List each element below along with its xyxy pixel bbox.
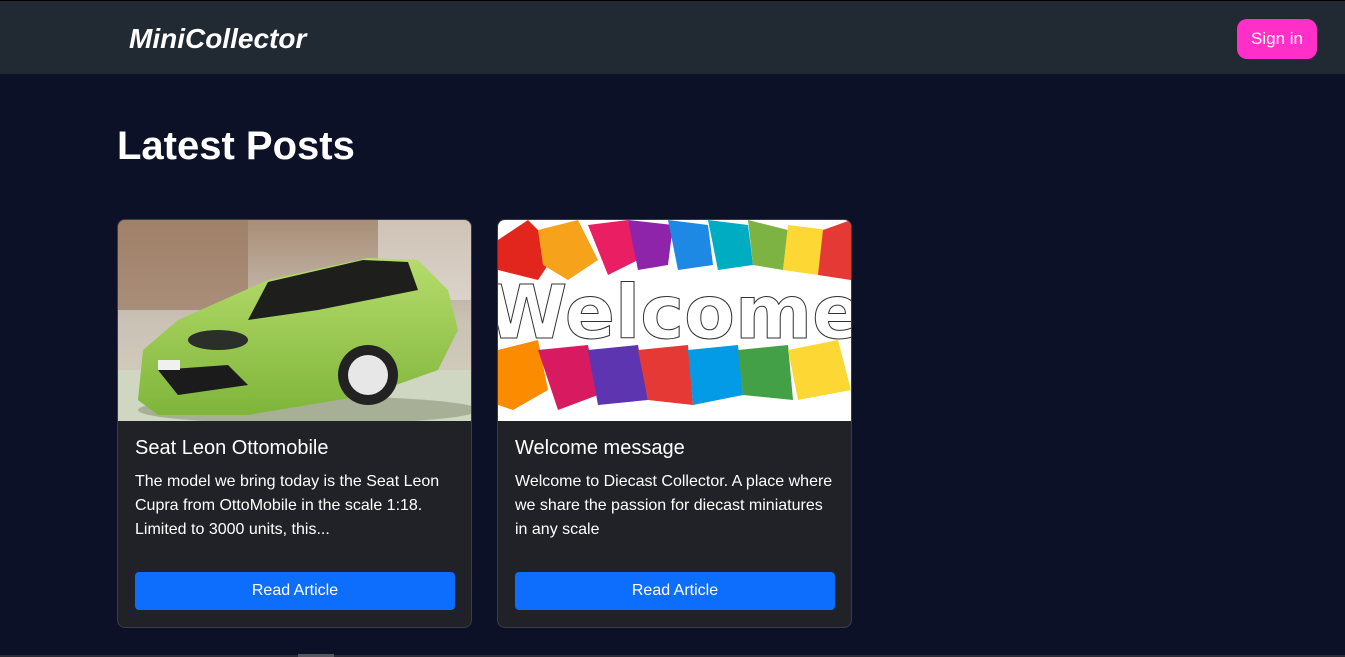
- post-excerpt: The model we bring today is the Seat Leo…: [135, 473, 440, 538]
- navbar: MiniCollector Sign in: [0, 0, 1345, 74]
- post-image-seat-leon[interactable]: [118, 220, 471, 421]
- post-card: Welcome Welcome message Welcome to Dieca…: [497, 219, 852, 628]
- brand-logo[interactable]: MiniCollector: [129, 23, 306, 55]
- post-title[interactable]: Welcome message: [515, 437, 685, 460]
- sign-in-button[interactable]: Sign in: [1237, 19, 1317, 59]
- read-article-button[interactable]: Read Article: [135, 572, 455, 610]
- post-image-welcome[interactable]: Welcome: [498, 220, 851, 421]
- post-title[interactable]: Seat Leon Ottomobile: [135, 437, 328, 460]
- post-card: Seat Leon Ottomobile The model we bring …: [117, 219, 472, 628]
- read-article-button[interactable]: Read Article: [515, 572, 835, 610]
- page-title: Latest Posts: [117, 124, 355, 168]
- welcome-image-text: Welcome: [498, 270, 851, 356]
- post-excerpt: Welcome to Diecast Collector. A place wh…: [515, 473, 833, 538]
